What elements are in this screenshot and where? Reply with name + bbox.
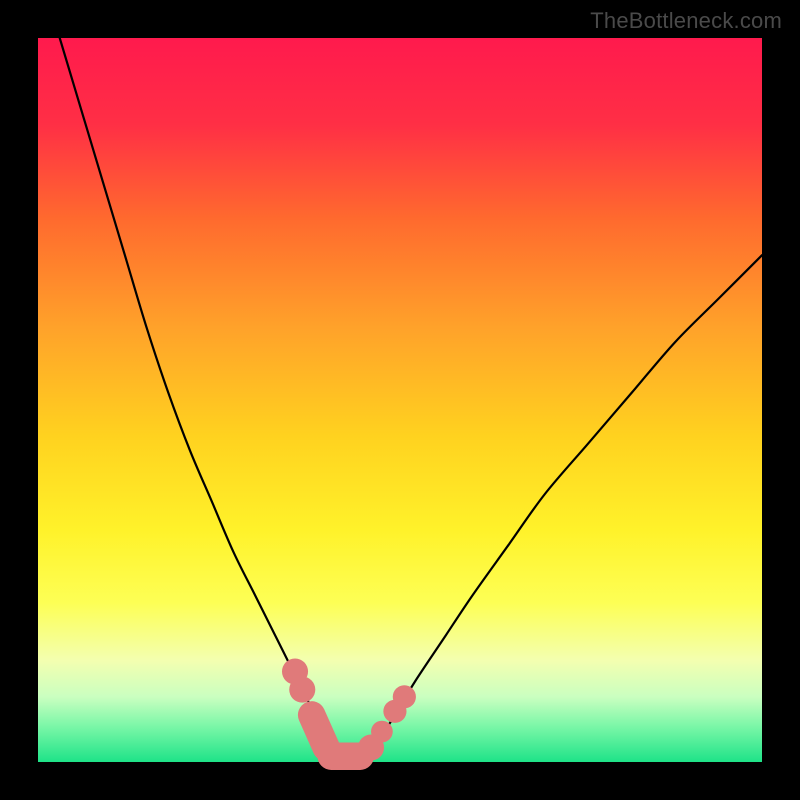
watermark-text: TheBottleneck.com <box>590 8 782 34</box>
marker-dot <box>289 677 315 703</box>
left-curve <box>60 38 335 762</box>
curve-markers <box>282 658 416 760</box>
curves-svg <box>38 38 762 762</box>
right-curve <box>364 255 762 762</box>
chart-frame: TheBottleneck.com <box>0 0 800 800</box>
marker-dot <box>371 721 393 743</box>
marker-pill <box>312 715 326 748</box>
gradient-plot-area <box>38 38 762 762</box>
marker-dot <box>393 685 416 708</box>
